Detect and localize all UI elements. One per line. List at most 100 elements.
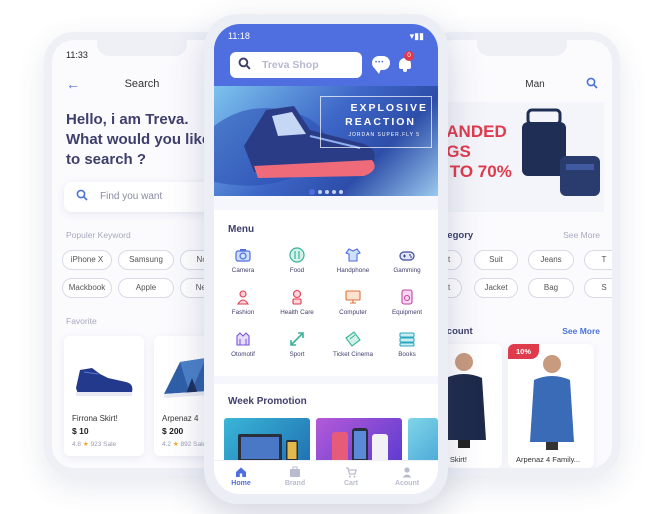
- carousel-dot[interactable]: [332, 189, 336, 194]
- tab-home[interactable]: Home: [214, 466, 268, 487]
- category-chip[interactable]: Bag: [528, 278, 574, 298]
- product-price: $ 10: [72, 426, 89, 436]
- tab-label: Brand: [284, 480, 306, 487]
- brand-icon: [290, 466, 300, 477]
- keyword-chip[interactable]: Samsung: [118, 250, 174, 270]
- menu-label: Computer: [339, 309, 367, 316]
- home-header: 11:18 ▾▮▮ Treva Shop ••• 0: [214, 24, 438, 94]
- product-rating: 4.2 ★ 892 Sale: [162, 440, 206, 448]
- health-icon: [292, 289, 302, 305]
- menu-item-handphone[interactable]: Handphone: [326, 246, 380, 274]
- menu-label: Fashion: [231, 309, 255, 316]
- menu-item-ticket-cinema[interactable]: Ticket Cinema: [326, 330, 380, 358]
- menu-label: Sport: [289, 351, 305, 358]
- product-name: Firrona Skirt!: [72, 414, 118, 423]
- banner-headline: EXPLOSIVE: [350, 102, 428, 114]
- menu-item-fashion[interactable]: Fashion: [216, 288, 270, 316]
- star-icon: ★: [82, 441, 89, 448]
- menu-label: Food: [289, 267, 305, 274]
- menu-section: Menu Camera Food Handphone Gamming Fashi…: [214, 210, 438, 376]
- menu-item-otomotif[interactable]: Otomotif: [216, 330, 270, 358]
- equipment-icon: [401, 289, 413, 305]
- status-time: 11:33: [66, 50, 88, 60]
- search-input[interactable]: Treva Shop: [230, 52, 362, 78]
- menu-item-food[interactable]: Food: [270, 246, 324, 274]
- cart-icon: [346, 467, 357, 478]
- carousel-dot[interactable]: [339, 189, 343, 194]
- star-icon: ★: [172, 441, 179, 448]
- page-title: Search: [124, 78, 160, 90]
- menu-label: Books: [398, 351, 416, 358]
- hero-banner[interactable]: EXPLOSIVE REACTION JORDAN SUPER.FLY 5: [214, 86, 438, 196]
- category-phone: Man RANDED AGS P TO 70% Category See Mor…: [424, 32, 620, 476]
- chat-dots: •••: [375, 60, 385, 66]
- status-bar: 11:18 ▾▮▮: [228, 31, 424, 42]
- banner-headline: REACTION: [345, 116, 416, 128]
- category-chip[interactable]: Jacket: [474, 278, 518, 298]
- tab-label: Cart: [343, 480, 358, 487]
- keyword-chip[interactable]: Mackbook: [62, 278, 112, 298]
- product-price: $ 200: [162, 426, 184, 436]
- shoe-image: [70, 344, 138, 406]
- category-section-header: Category See More: [432, 230, 600, 244]
- menu-label: Ticket Cinema: [332, 351, 373, 358]
- bottom-tab-bar: Home Brand Cart Acount: [214, 460, 438, 494]
- see-more-link[interactable]: See More: [562, 326, 600, 336]
- menu-item-sport[interactable]: Sport: [270, 330, 324, 358]
- ticket-icon: [345, 331, 361, 347]
- keyword-chip[interactable]: Apple: [118, 278, 174, 298]
- popular-keyword-label: Populer Keyword: [66, 230, 131, 240]
- category-chip[interactable]: T: [584, 250, 612, 270]
- search-icon[interactable]: [586, 77, 598, 92]
- chat-icon[interactable]: •••: [372, 56, 390, 74]
- category-header: Man: [432, 76, 598, 96]
- rating-value: 4.2: [162, 441, 172, 448]
- menu-item-camera[interactable]: Camera: [216, 246, 270, 274]
- menu-item-gamming[interactable]: Gamming: [380, 246, 434, 274]
- product-name: Arpenaz 4: [162, 414, 199, 423]
- discount-section-header: Discount See More: [432, 326, 600, 340]
- menu-item-health-care[interactable]: Health Care: [270, 288, 324, 316]
- notch: [477, 40, 567, 56]
- gamepad-icon: [399, 251, 415, 261]
- menu-item-computer[interactable]: Computer: [326, 288, 380, 316]
- fashion-icon: [237, 290, 249, 305]
- status-bar: 11:33: [66, 50, 218, 60]
- search-icon: [76, 189, 88, 204]
- discount-product-card[interactable]: 10% Arpenaz 4 Family...: [508, 344, 594, 468]
- section-title: Week Promotion: [228, 396, 307, 407]
- carousel-dot[interactable]: [309, 188, 315, 195]
- shirt-icon: [345, 248, 361, 262]
- search-placeholder: Find you want: [100, 191, 163, 202]
- tab-brand[interactable]: Brand: [268, 466, 322, 487]
- tab-label: Acount: [394, 480, 420, 487]
- product-rating: 4.8 ★ 923 Sale: [72, 440, 116, 448]
- notification-badge: 0: [404, 51, 414, 61]
- menu-label: Gamming: [393, 267, 421, 274]
- week-promotion-section: Week Promotion: [214, 384, 438, 468]
- search-header: ← Search: [66, 76, 218, 96]
- carousel-dot[interactable]: [325, 189, 329, 194]
- product-card[interactable]: Firrona Skirt! $ 10 4.8 ★ 923 Sale: [64, 336, 144, 456]
- category-chip[interactable]: Jeans: [528, 250, 574, 270]
- sport-icon: [290, 332, 304, 346]
- carousel-dot[interactable]: [318, 189, 322, 194]
- category-screen: Man RANDED AGS P TO 70% Category See Mor…: [432, 40, 612, 468]
- carousel-dots[interactable]: [214, 183, 438, 201]
- menu-item-books[interactable]: Books: [380, 330, 434, 358]
- status-time: 11:18: [228, 31, 250, 41]
- promo-banner[interactable]: RANDED AGS P TO 70%: [432, 102, 604, 212]
- see-more-link[interactable]: See More: [563, 230, 600, 240]
- menu-label: Health Care: [280, 309, 314, 316]
- account-icon: [402, 467, 412, 478]
- keyword-chip[interactable]: iPhone X: [62, 250, 112, 270]
- tab-account[interactable]: Acount: [380, 466, 434, 487]
- section-title: Menu: [228, 224, 255, 235]
- category-chip[interactable]: Suit: [474, 250, 518, 270]
- tab-cart[interactable]: Cart: [324, 466, 378, 487]
- search-placeholder: Treva Shop: [262, 59, 319, 71]
- bags-image: [522, 108, 600, 196]
- sales-count: 923 Sale: [90, 441, 117, 448]
- category-chip[interactable]: S: [584, 278, 612, 298]
- menu-item-equipment[interactable]: Equipment: [380, 288, 434, 316]
